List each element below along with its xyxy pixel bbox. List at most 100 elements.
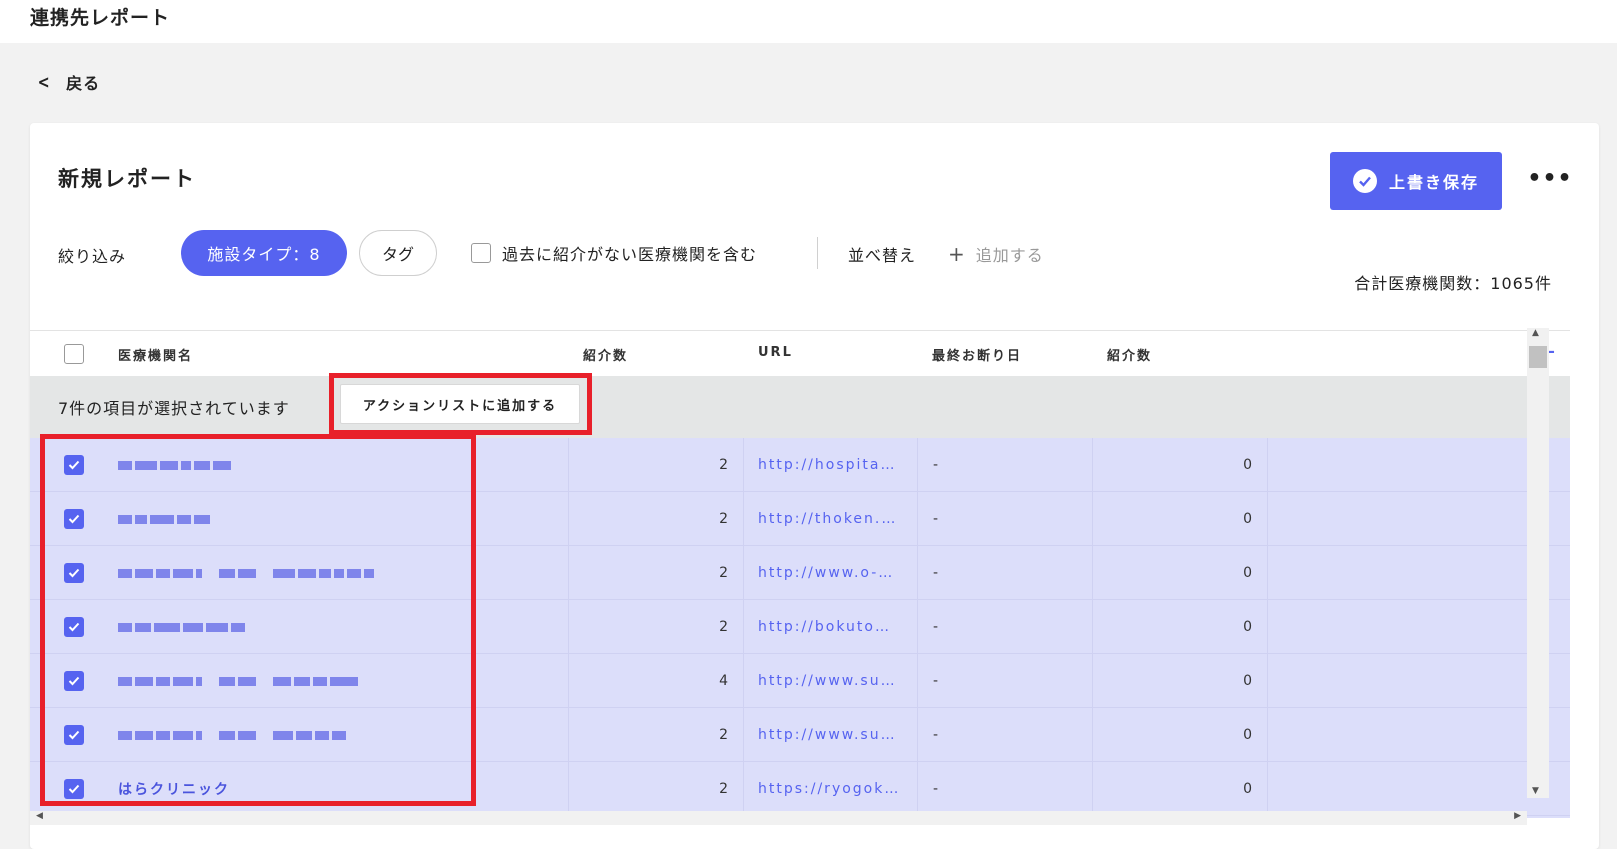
column-divider xyxy=(917,654,918,707)
column-divider xyxy=(1267,492,1268,545)
name-cell xyxy=(118,654,558,708)
include-no-past-referral-checkbox[interactable] xyxy=(471,243,491,263)
url-link[interactable]: http://bokuto… xyxy=(758,600,908,654)
last-decline-date: - xyxy=(933,619,939,635)
count-value: 0 xyxy=(1243,511,1252,527)
referral-count: 2 xyxy=(719,511,728,527)
referral-count: 2 xyxy=(719,727,728,743)
last-decline-date: - xyxy=(933,565,939,581)
referral-count: 2 xyxy=(719,457,728,473)
column-divider xyxy=(917,600,918,653)
scroll-down-icon[interactable]: ▼ xyxy=(1532,786,1539,796)
row-checkbox[interactable] xyxy=(64,455,84,475)
chevron-left-icon: < xyxy=(37,71,51,93)
selection-count-text: 7件の項目が選択されています xyxy=(58,399,290,418)
include-no-past-referral-label: 過去に紹介がない医療機関を含む xyxy=(502,245,758,264)
facility-name-redacted[interactable] xyxy=(118,622,245,632)
count-value: 0 xyxy=(1243,673,1252,689)
row-checkbox[interactable] xyxy=(64,563,84,583)
row-checkbox[interactable] xyxy=(64,617,84,637)
overwrite-save-button[interactable]: 上書き保存 xyxy=(1330,152,1502,210)
facility-name-link[interactable]: はらクリニック xyxy=(118,779,230,799)
name-cell: はらクリニック xyxy=(118,762,558,816)
url-cell: http://www.su… xyxy=(758,708,908,762)
column-divider xyxy=(1267,654,1268,707)
url-cell: http://www.o-… xyxy=(758,546,908,600)
url-link[interactable]: http://www.su… xyxy=(758,708,908,762)
name-cell xyxy=(118,600,558,654)
facility-name-redacted[interactable] xyxy=(118,730,346,740)
sort-button[interactable]: 並べ替え xyxy=(848,242,916,266)
plus-icon: + xyxy=(948,242,966,266)
row-checkbox[interactable] xyxy=(64,671,84,691)
selection-bar: 7件の項目が選択されています アクションリストに追加する xyxy=(30,373,1570,438)
url-cell: https://ryogok… xyxy=(758,762,908,816)
column-divider xyxy=(1267,438,1268,491)
table-row[interactable]: 2 http://www.o-… - 0 xyxy=(30,546,1570,600)
name-cell xyxy=(118,708,558,762)
tag-filter-chip[interactable]: タグ xyxy=(359,230,437,276)
add-sort-button[interactable]: + 追加する xyxy=(948,242,1044,266)
url-link[interactable]: http://hospita… xyxy=(758,438,908,492)
back-label: 戻る xyxy=(66,74,101,93)
facility-name-redacted[interactable] xyxy=(118,676,358,686)
row-checkbox[interactable] xyxy=(64,779,84,799)
url-link[interactable]: http://thoken.… xyxy=(758,492,908,546)
url-link[interactable]: http://www.o-… xyxy=(758,546,908,600)
url-link[interactable]: https://ryogok… xyxy=(758,762,908,816)
last-decline-date: - xyxy=(933,457,939,473)
facility-type-filter-chip[interactable]: 施設タイプ：8 xyxy=(181,230,347,276)
count-value: 0 xyxy=(1243,781,1252,797)
column-header-name[interactable]: 医療機関名 xyxy=(118,345,193,364)
column-divider xyxy=(743,546,744,599)
back-button[interactable]: < 戻る xyxy=(36,70,100,94)
column-header-last-decline[interactable]: 最終お断り日 xyxy=(932,345,1022,364)
horizontal-scrollbar[interactable]: ◀ ▶ xyxy=(30,811,1527,825)
table-row[interactable]: 2 http://bokuto… - 0 xyxy=(30,600,1570,654)
table-row[interactable]: はらクリニック 2 https://ryogok… - 0 xyxy=(30,762,1570,816)
column-divider xyxy=(743,600,744,653)
row-checkbox[interactable] xyxy=(64,725,84,745)
referral-count: 4 xyxy=(719,673,728,689)
referral-count: 2 xyxy=(719,565,728,581)
scroll-left-icon[interactable]: ◀ xyxy=(36,811,43,821)
table-body: 2 http://hospita… - 0 2 http://thoken.… … xyxy=(30,438,1570,818)
column-divider xyxy=(743,708,744,761)
check-circle-icon xyxy=(1352,169,1377,193)
last-decline-date: - xyxy=(933,673,939,689)
url-cell: http://hospita… xyxy=(758,438,908,492)
facility-name-redacted[interactable] xyxy=(118,460,231,470)
row-checkbox[interactable] xyxy=(64,509,84,529)
table-row[interactable]: 2 http://thoken.… - 0 xyxy=(30,492,1570,546)
scroll-right-icon[interactable]: ▶ xyxy=(1514,811,1521,821)
column-divider xyxy=(743,492,744,545)
column-divider xyxy=(917,438,918,491)
url-link[interactable]: http://www.su… xyxy=(758,654,908,708)
count-value: 0 xyxy=(1243,727,1252,743)
app-title: 連携先レポート xyxy=(30,7,171,29)
last-decline-date: - xyxy=(933,511,939,527)
count-value: 0 xyxy=(1243,619,1252,635)
column-divider xyxy=(917,762,918,815)
url-cell: http://www.su… xyxy=(758,654,908,708)
table-row[interactable]: 4 http://www.su… - 0 xyxy=(30,654,1570,708)
more-options-button[interactable]: ••• xyxy=(1527,163,1571,193)
name-cell xyxy=(118,546,558,600)
count-value: 0 xyxy=(1243,565,1252,581)
table-row[interactable]: 2 http://hospita… - 0 xyxy=(30,438,1570,492)
scrollbar-thumb[interactable] xyxy=(1529,346,1547,368)
column-header-url[interactable]: URL xyxy=(758,345,793,360)
column-divider xyxy=(1267,546,1268,599)
column-divider xyxy=(917,708,918,761)
add-to-action-list-button[interactable]: アクションリストに追加する xyxy=(340,384,580,424)
table-row[interactable]: 2 http://www.su… - 0 xyxy=(30,708,1570,762)
column-header-referrals[interactable]: 紹介数 xyxy=(583,345,628,364)
column-header-count[interactable]: 紹介数 xyxy=(1107,345,1152,364)
table-header: 医療機関名 紹介数 URL 最終お断り日 紹介数 + xyxy=(30,330,1570,376)
facility-name-redacted[interactable] xyxy=(118,568,374,578)
vertical-scrollbar[interactable]: ▲ ▼ xyxy=(1527,328,1549,798)
select-all-checkbox[interactable] xyxy=(64,344,84,364)
filter-label: 絞り込み xyxy=(58,247,127,266)
facility-name-redacted[interactable] xyxy=(118,514,210,524)
scroll-up-icon[interactable]: ▲ xyxy=(1532,328,1539,338)
